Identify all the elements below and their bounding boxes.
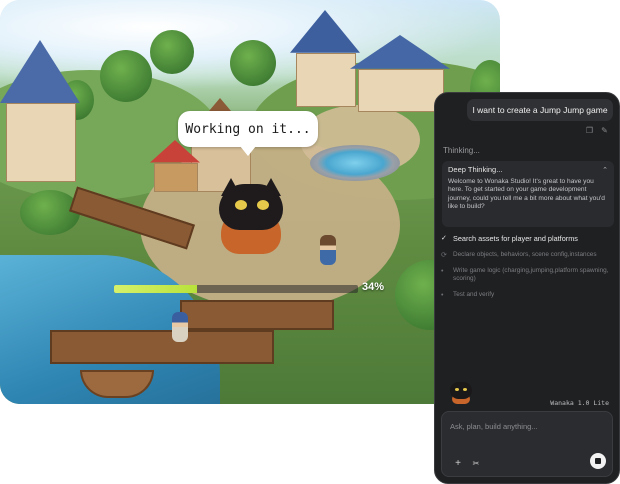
task-step: ⟳ Declare objects, behaviors, scene conf… (441, 251, 613, 260)
check-icon: ✓ (441, 235, 447, 242)
chat-panel: I want to create a Jump Jump game ❐ ✎ Th… (434, 92, 620, 484)
deep-thinking-text: Welcome to Wonaka Studio! It's great to … (448, 178, 605, 211)
plus-icon[interactable]: + (452, 458, 464, 470)
task-step-text: Write game logic (charging,jumping,platf… (453, 266, 609, 283)
tree (150, 30, 194, 74)
deep-thinking-title: Deep Thinking... (448, 165, 503, 174)
progress-fill (114, 285, 197, 293)
speech-bubble-text: Working on it... (185, 121, 311, 137)
wooden-dock (50, 330, 274, 364)
chat-input[interactable] (448, 417, 602, 435)
message-actions: ❐ ✎ (585, 126, 609, 135)
task-step: ✓ Search assets for player and platforms (441, 234, 613, 244)
fountain (310, 145, 400, 181)
tree (20, 190, 80, 235)
progress-percent: 34% (362, 281, 385, 293)
task-steps: ✓ Search assets for player and platforms… (441, 234, 613, 307)
game-preview: Working on it... 34% (0, 0, 500, 404)
task-step-text: Declare objects, behaviors, scene config… (453, 250, 597, 258)
villager-character (320, 235, 336, 265)
edit-icon[interactable]: ✎ (600, 126, 609, 135)
bullet-icon: • (441, 291, 444, 299)
user-message-text: I want to create a Jump Jump game (472, 105, 608, 115)
deep-thinking-header[interactable]: Deep Thinking... ⌃ (448, 165, 608, 174)
stop-button[interactable] (590, 453, 606, 469)
loading-icon: ⟳ (441, 251, 447, 259)
chat-input-box: + ✂ (441, 411, 613, 477)
villager-character (172, 312, 188, 342)
model-label: Wanaka 1.0 Lite (550, 399, 609, 407)
tree (230, 40, 276, 86)
task-step-text: Test and verify (453, 290, 495, 298)
tree (100, 50, 152, 102)
wooden-dock (180, 300, 334, 330)
speech-bubble: Working on it... (178, 111, 318, 156)
stop-icon (595, 458, 601, 464)
assistant-avatar (447, 376, 475, 404)
thinking-status: Thinking... (443, 146, 480, 155)
copy-icon[interactable]: ❐ (585, 126, 594, 135)
windmill-house (0, 40, 80, 182)
generation-progress-bar (114, 285, 358, 293)
chevron-up-icon[interactable]: ⌃ (602, 166, 608, 174)
cat-character (215, 178, 287, 256)
deep-thinking-box: Deep Thinking... ⌃ Welcome to Wonaka Stu… (442, 161, 614, 227)
market-stall (150, 140, 200, 192)
bullet-icon: • (441, 267, 444, 275)
task-step: • Test and verify (441, 291, 613, 300)
task-step: • Write game logic (charging,jumping,pla… (441, 267, 613, 284)
magic-tools-icon[interactable]: ✂ (470, 458, 482, 470)
user-message: I want to create a Jump Jump game (467, 99, 613, 121)
task-step-text: Search assets for player and platforms (453, 234, 578, 243)
